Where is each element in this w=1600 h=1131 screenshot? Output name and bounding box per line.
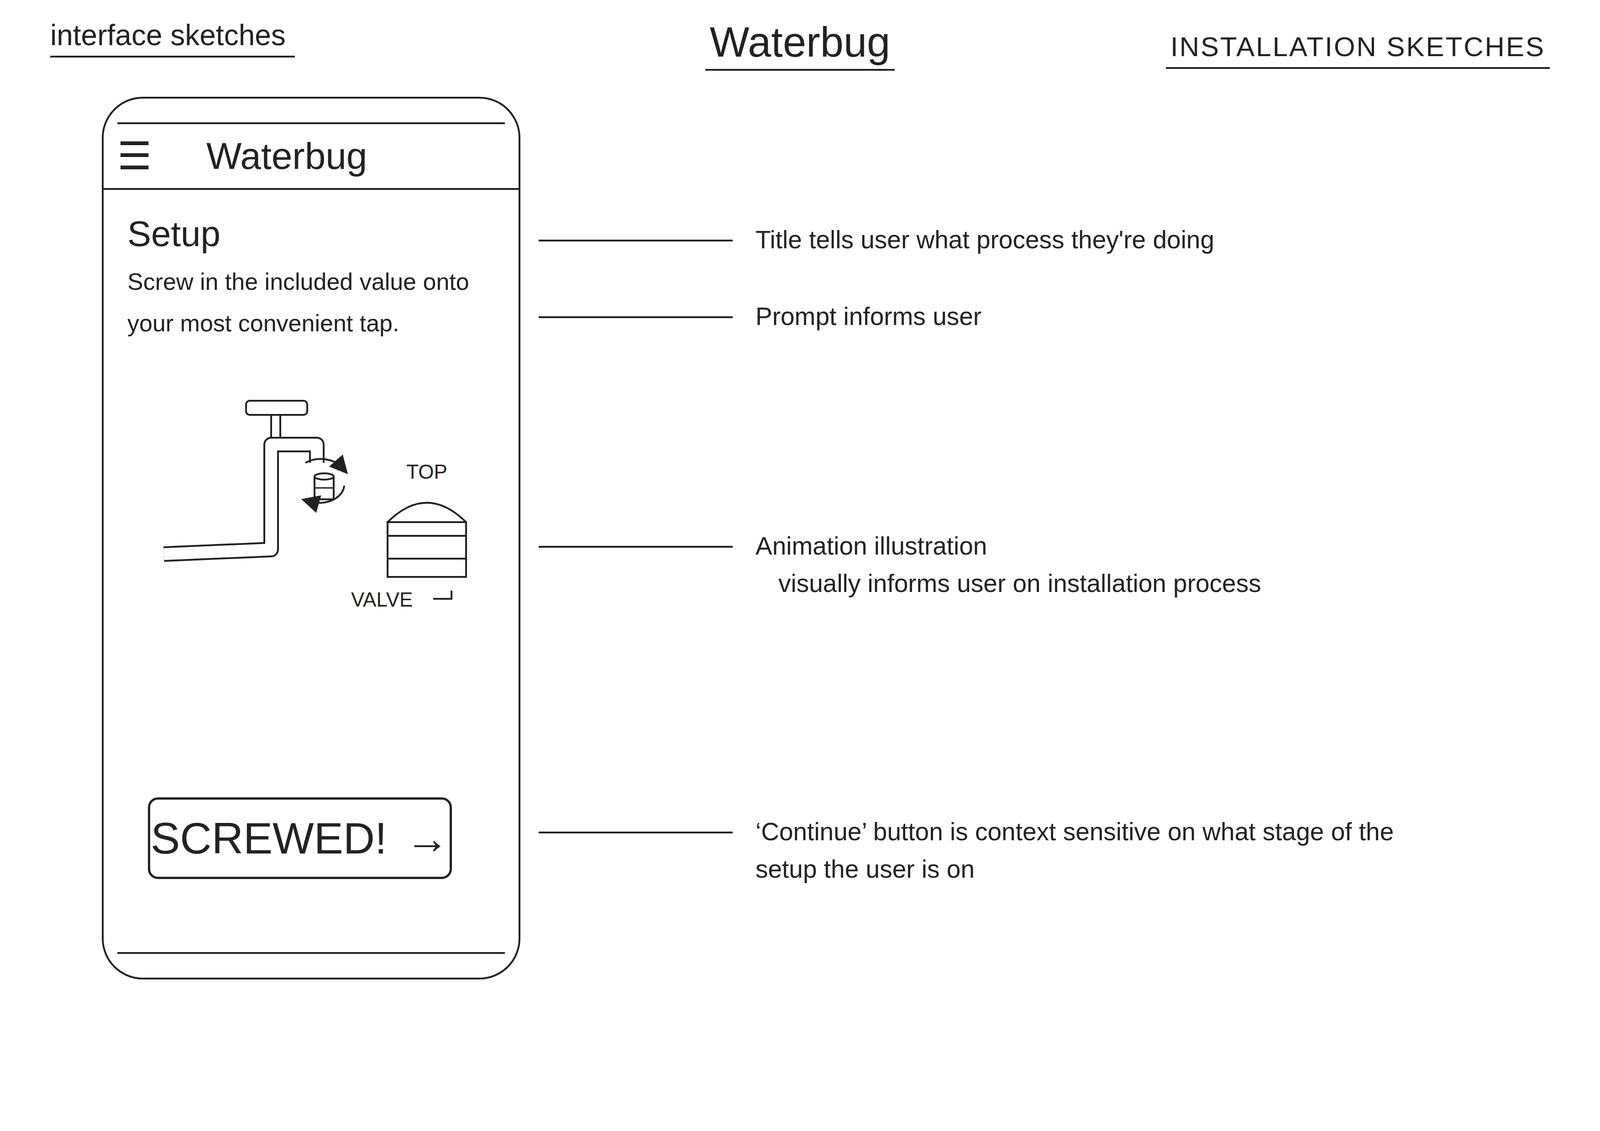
annotation-text: Prompt informs user bbox=[755, 297, 982, 336]
annotation: Title tells user what process they're do… bbox=[538, 220, 1523, 259]
continue-button[interactable]: SCREWED! → bbox=[147, 797, 452, 880]
annotation: Prompt informs user bbox=[538, 297, 1523, 336]
bottom-bar bbox=[117, 952, 505, 978]
annotation-text: Title tells user what process they're do… bbox=[755, 220, 1215, 259]
annotation-line: Prompt informs user bbox=[755, 297, 982, 336]
interface-heading: interface sketches bbox=[50, 18, 295, 58]
app-header: ☰ Waterbug bbox=[103, 124, 519, 190]
continue-label: SCREWED! bbox=[150, 813, 387, 864]
leader-line bbox=[538, 239, 733, 242]
annotation: ‘Continue’ button is context sensitive o… bbox=[538, 813, 1523, 888]
annotation-line: ‘Continue’ button is context sensitive o… bbox=[755, 813, 1418, 888]
setup-screen: Setup Screw in the included value onto yo… bbox=[103, 189, 519, 953]
sketch-body: ☰ Waterbug Setup Screw in the included valu… bbox=[50, 96, 1550, 980]
installation-illustration: TOP VALVE bbox=[159, 394, 479, 614]
sheet-header: interface sketches Waterbug INSTALLATION S… bbox=[50, 18, 1550, 97]
setup-prompt: Screw in the included value onto your mo… bbox=[127, 261, 475, 345]
top-label: TOP bbox=[406, 460, 448, 483]
leader-line bbox=[538, 316, 733, 319]
annotation-text: ‘Continue’ button is context sensitive o… bbox=[755, 813, 1418, 888]
app-title: Waterbug bbox=[206, 134, 368, 178]
valve-icon bbox=[387, 502, 467, 578]
menu-icon[interactable]: ☰ bbox=[117, 136, 152, 176]
screen-title: Setup bbox=[127, 212, 495, 256]
label-pointer bbox=[433, 590, 452, 599]
annotation-text: Animation illustrationvisually informs u… bbox=[755, 527, 1262, 603]
annotation-line: Title tells user what process they're do… bbox=[755, 220, 1215, 259]
annotation-line: visually informs user on installation pr… bbox=[755, 564, 1262, 603]
annotation: Animation illustrationvisually informs u… bbox=[538, 527, 1523, 603]
tap-icon bbox=[163, 400, 317, 555]
arrow-icon: → bbox=[405, 813, 450, 864]
sheet-title: Waterbug bbox=[705, 18, 895, 71]
installation-heading: INSTALLATION SKETCHES bbox=[1165, 31, 1550, 69]
annotation-list: Title tells user what process they're do… bbox=[538, 96, 1550, 980]
valve-label: VALVE bbox=[351, 588, 413, 611]
leader-line bbox=[538, 831, 733, 834]
annotation-line: Animation illustration bbox=[755, 527, 1262, 565]
leader-line bbox=[538, 545, 733, 548]
phone-frame: ☰ Waterbug Setup Screw in the included valu… bbox=[101, 96, 521, 980]
sketch-sheet: interface sketches Waterbug INSTALLATION S… bbox=[0, 0, 1600, 1131]
small-valve-icon bbox=[305, 458, 345, 503]
status-bar bbox=[117, 98, 505, 125]
